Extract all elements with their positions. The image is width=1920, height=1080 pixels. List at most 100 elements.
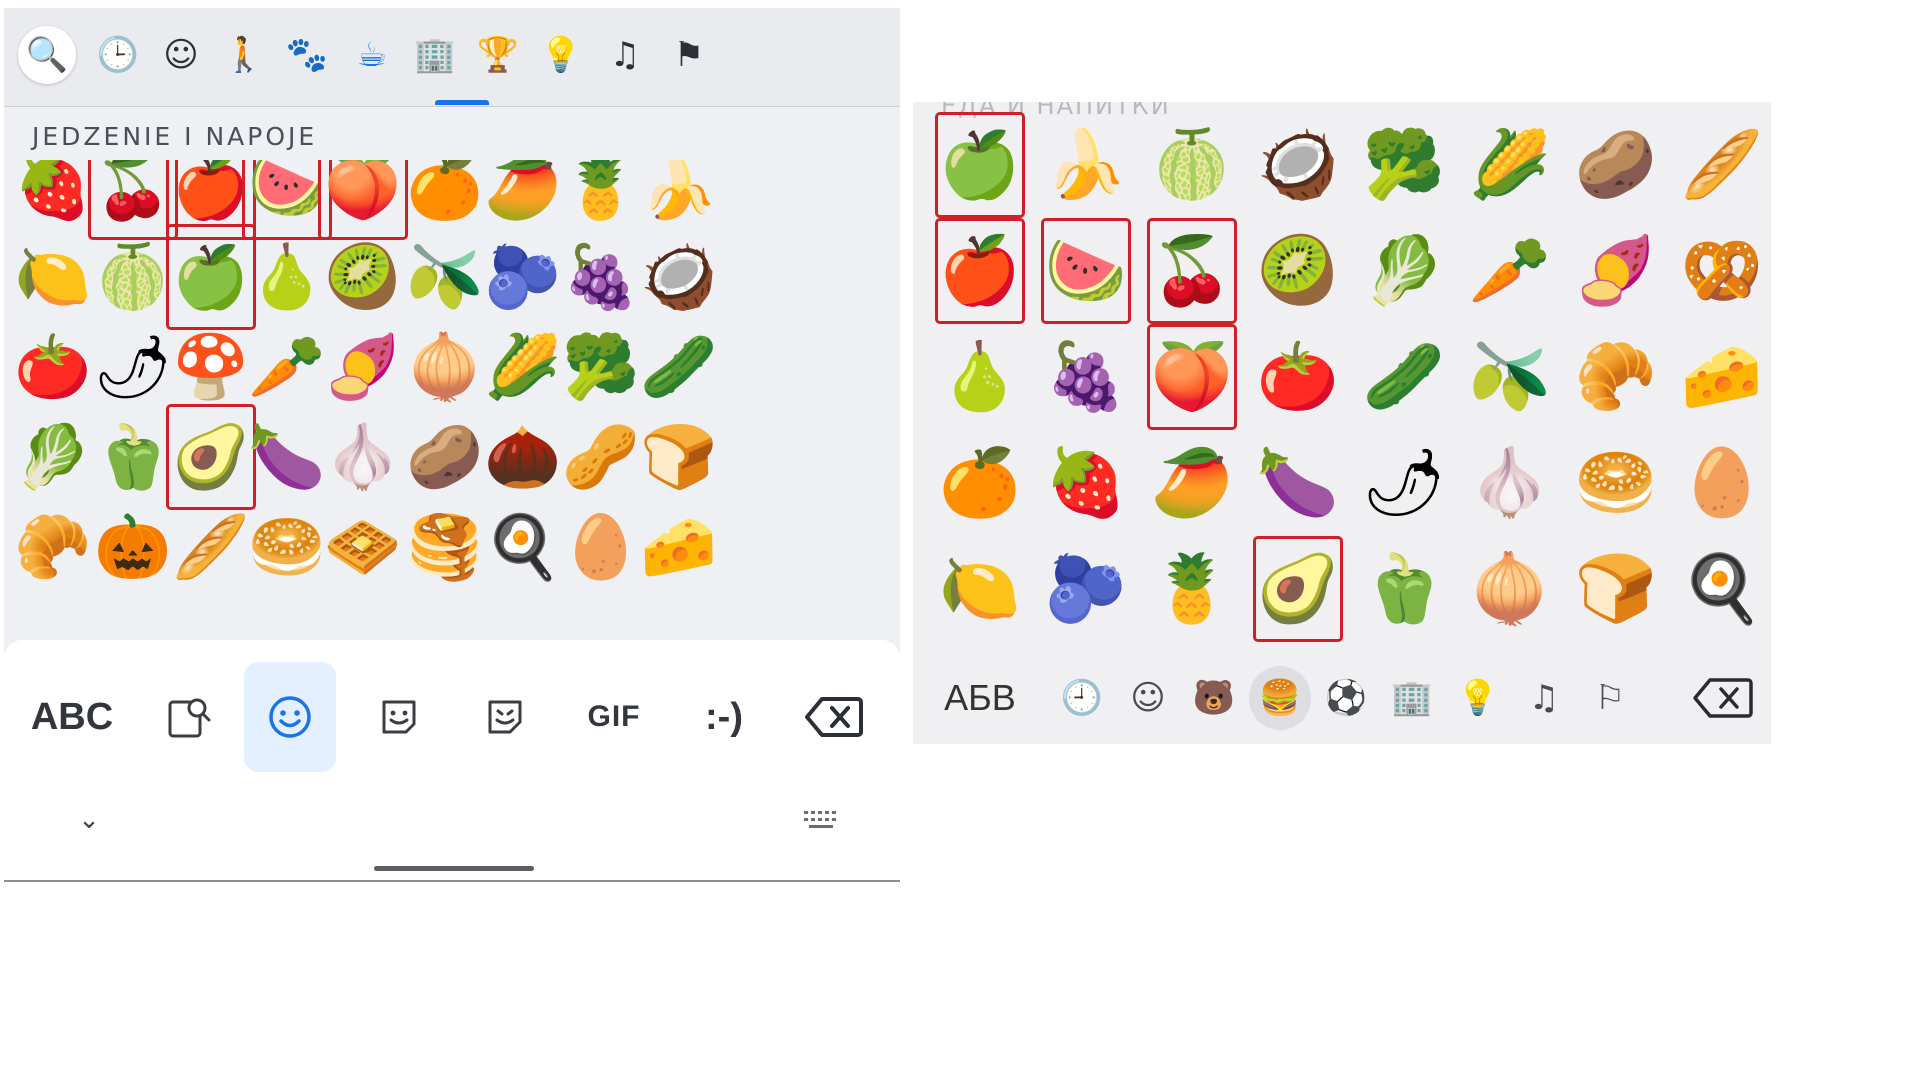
emoticon-button[interactable]: :-) bbox=[684, 662, 764, 772]
emoji-pear[interactable]: 🍐 bbox=[935, 324, 1025, 430]
recent-clock-icon: 🕒 bbox=[96, 35, 140, 75]
emoji-eggplant[interactable]: 🍆 bbox=[1253, 430, 1343, 536]
emoji-cheese[interactable]: 🧀 bbox=[1677, 324, 1767, 430]
tab-symbols[interactable]: ♫ bbox=[1513, 666, 1575, 730]
emoji-melon[interactable]: 🍈 bbox=[1147, 112, 1237, 218]
emoji-green-apple[interactable]: 🍏 bbox=[935, 112, 1025, 218]
tab-recent-clock[interactable]: 🕘 bbox=[1051, 666, 1113, 730]
tab-travel-places[interactable]: 🏢 bbox=[1381, 666, 1443, 730]
backspace-button[interactable] bbox=[794, 662, 874, 772]
emoji-blueberries[interactable]: 🫐 bbox=[1041, 536, 1131, 642]
emoji-pretzel[interactable]: 🥨 bbox=[1677, 218, 1767, 324]
emoji-bagel[interactable]: 🥯 bbox=[1571, 430, 1661, 536]
emoji-onion[interactable]: 🧅 bbox=[1465, 536, 1555, 642]
emoji-lemon[interactable]: 🍋 bbox=[935, 536, 1025, 642]
left-category-tabs: 🔍 🕒 ☺ 🚶 🐾 ☕ 🏢 🏆 💡 ♫ ⚑ bbox=[4, 8, 900, 106]
emoji-carrot[interactable]: 🥕 bbox=[1465, 218, 1555, 324]
collapse-keyboard-button[interactable]: ⌄ bbox=[64, 800, 114, 840]
emoji-baguette[interactable]: 🥖 bbox=[1677, 112, 1767, 218]
animals-icon: 🐾 bbox=[285, 35, 329, 75]
tab-food-drink[interactable]: 🍔 bbox=[1249, 666, 1311, 730]
tab-trophy[interactable]: 🏆 bbox=[469, 26, 527, 84]
emoji-potato[interactable]: 🥔 bbox=[1571, 112, 1661, 218]
flag-icon: ⚑ bbox=[673, 35, 705, 75]
emoji-banana[interactable]: 🍌 bbox=[1041, 112, 1131, 218]
switch-keyboard-button[interactable] bbox=[796, 800, 846, 840]
tab-symbols[interactable]: ♫ bbox=[596, 26, 654, 84]
tab-flag[interactable]: ⚑ bbox=[660, 26, 718, 84]
tab-soccer-ball[interactable]: ⚽ bbox=[1315, 666, 1377, 730]
emoji-cooking[interactable]: 🍳 bbox=[478, 494, 568, 600]
chevron-down-icon: ⌄ bbox=[78, 805, 100, 835]
emoji-sweet-potato[interactable]: 🍠 bbox=[1571, 218, 1661, 324]
tab-search[interactable]: 🔍 bbox=[18, 26, 76, 84]
left-emoji-keyboard: 🔍 🕒 ☺ 🚶 🐾 ☕ 🏢 🏆 💡 ♫ ⚑ JEDZENIE I NAPOJE 🍓 🍒 🍎 🍉 🍑 🍊 🥭 🍍 🍌 🍋… bbox=[4, 8, 900, 880]
emoji-garlic[interactable]: 🧄 bbox=[1465, 430, 1555, 536]
left-emoji-grid: 🍓 🍒 🍎 🍉 🍑 🍊 🥭 🍍 🍌 🍋 🍈 🍏 🍐 🥝 🫒 🫐 🍇 🥥 🍅 🌶 🍄 🥕 🍠 🧅 🌽 🥦 🥒 🥬 🫑 🥑 🍆 🧄 🥔 🌰 🥜 🍞 🥐 🎃 🥖 🥯… bbox=[4, 160, 900, 640]
food-drink-icon: 🍔 bbox=[1258, 678, 1302, 718]
emoji-broccoli[interactable]: 🥦 bbox=[1359, 112, 1449, 218]
navigation-handle[interactable] bbox=[374, 866, 534, 871]
emoji-kitchen-search-button[interactable] bbox=[154, 662, 224, 772]
tab-animals[interactable]: 🐾 bbox=[278, 26, 336, 84]
emoji-cooking[interactable]: 🍳 bbox=[1677, 536, 1767, 642]
emoji-strawberry[interactable]: 🍓 bbox=[1041, 430, 1131, 536]
emoji-kiwi[interactable]: 🥝 bbox=[1253, 218, 1343, 324]
food-drink-icon: ☕ bbox=[356, 35, 388, 75]
tab-lightbulb[interactable]: 💡 bbox=[1447, 666, 1509, 730]
recent-clock-icon: 🕘 bbox=[1060, 678, 1104, 718]
right-emoji-grid: 🍏 🍌 🍈 🥥 🥦 🌽 🥔 🥖 🍎 🍉 🍒 🥝 🥬 🥕 🍠 🥨 🍐 🍇 🍑 🍅 🥒 🫒 🥐 🧀 🍊 🍓 🥭 🍆 🌶 🧄 🥯 🥚 🍋 🫐 🍍 🥑 🫑 🧅 🍞 🍳 bbox=[913, 112, 1771, 652]
tab-flag[interactable]: ⚐ bbox=[1579, 666, 1641, 730]
emoji-corn[interactable]: 🌽 bbox=[1465, 112, 1555, 218]
symbols-icon: ♫ bbox=[1528, 678, 1560, 718]
emoji-red-apple[interactable]: 🍎 bbox=[935, 218, 1025, 324]
emoji-croissant[interactable]: 🥐 bbox=[1571, 324, 1661, 430]
emoji-leafy-green[interactable]: 🥬 bbox=[1359, 218, 1449, 324]
backspace-icon bbox=[1693, 678, 1753, 718]
bitmoji-button[interactable] bbox=[364, 662, 434, 772]
abc-button[interactable]: ABC bbox=[22, 662, 122, 772]
tab-recent-clock[interactable]: 🕒 bbox=[89, 26, 147, 84]
emoji-pineapple[interactable]: 🍍 bbox=[1147, 536, 1237, 642]
emoji-olive[interactable]: 🫒 bbox=[1465, 324, 1555, 430]
active-tab-indicator bbox=[435, 100, 489, 105]
backspace-button[interactable] bbox=[1683, 666, 1763, 730]
emoji-watermelon[interactable]: 🍉 bbox=[1041, 218, 1131, 324]
tab-person-activity[interactable]: 🚶 bbox=[215, 26, 273, 84]
tab-travel-places[interactable]: 🏢 bbox=[406, 26, 464, 84]
emoji-cherries[interactable]: 🍒 bbox=[1147, 218, 1237, 324]
tab-food-drink[interactable]: ☕ bbox=[343, 26, 401, 84]
trophy-icon: 🏆 bbox=[476, 35, 520, 75]
emoji-cheese[interactable]: 🧀 bbox=[634, 494, 724, 600]
emoji-bell-pepper[interactable]: 🫑 bbox=[1359, 536, 1449, 642]
emoji-pancakes[interactable]: 🥞 bbox=[400, 494, 490, 600]
emoji-egg[interactable]: 🥚 bbox=[556, 494, 646, 600]
emoji-mango[interactable]: 🥭 bbox=[1147, 430, 1237, 536]
emoji-waffle[interactable]: 🧇 bbox=[318, 494, 408, 600]
emoji-pumpkin[interactable]: 🎃 bbox=[88, 494, 178, 600]
tab-smiley[interactable]: ☺ bbox=[152, 26, 210, 84]
emoji-grapes[interactable]: 🍇 bbox=[1041, 324, 1131, 430]
emoji-tomato[interactable]: 🍅 bbox=[1253, 324, 1343, 430]
emoji-egg[interactable]: 🥚 bbox=[1677, 430, 1767, 536]
emoji-coconut[interactable]: 🥥 bbox=[1253, 112, 1343, 218]
emoji-avocado[interactable]: 🥑 bbox=[1253, 536, 1343, 642]
tab-lightbulb[interactable]: 💡 bbox=[532, 26, 590, 84]
emoji-croissant[interactable]: 🥐 bbox=[8, 494, 98, 600]
emoji-tab-button[interactable] bbox=[244, 662, 336, 772]
gif-button[interactable]: GIF bbox=[574, 662, 654, 772]
emoji-cucumber[interactable]: 🥒 bbox=[1359, 324, 1449, 430]
smiley-icon: ☺ bbox=[1130, 678, 1166, 718]
tab-animals[interactable]: 🐻 bbox=[1183, 666, 1245, 730]
animals-icon: 🐻 bbox=[1192, 678, 1236, 718]
left-bottom-bar: ABC GIF:-) ⌄ bbox=[4, 640, 900, 880]
smiley-icon: ☺ bbox=[163, 35, 199, 75]
emoji-bread[interactable]: 🍞 bbox=[1571, 536, 1661, 642]
stickers-button[interactable] bbox=[470, 662, 540, 772]
tab-smiley[interactable]: ☺ bbox=[1117, 666, 1179, 730]
abc-button[interactable]: АБВ bbox=[935, 666, 1025, 730]
emoji-peach[interactable]: 🍑 bbox=[1147, 324, 1237, 430]
emoji-hot-pepper[interactable]: 🌶 bbox=[1359, 430, 1449, 536]
emoji-tangerine[interactable]: 🍊 bbox=[935, 430, 1025, 536]
keyboard-icon bbox=[804, 811, 836, 828]
